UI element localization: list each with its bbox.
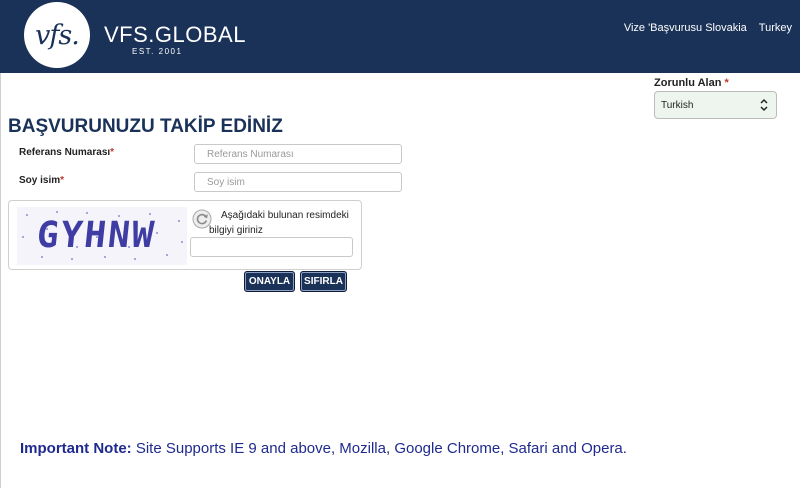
reset-button[interactable]: SIFIRLA [300, 271, 347, 292]
captcha-input[interactable] [190, 237, 353, 257]
captcha-box: GYHNW Aşağıdaki bulunan resimdeki bilgiy… [8, 200, 362, 270]
reference-label-text: Referans Numarası [19, 147, 111, 158]
chevron-updown-icon [760, 98, 768, 112]
required-mark: * [60, 175, 65, 186]
required-mark: * [724, 77, 729, 89]
nav-item-visa-application[interactable]: Vize 'Başvurusu Slovakia [624, 22, 747, 34]
vfs-logo[interactable]: vfs. [24, 2, 90, 68]
site-header: vfs. VFS.GLOBAL EST. 2001 Vize 'Başvurus… [0, 0, 800, 73]
logo-text: vfs. [35, 19, 80, 51]
note-label: Important Note: [20, 440, 132, 457]
nav-item-country[interactable]: Turkey [759, 22, 792, 34]
surname-label: Soy isim* [19, 175, 64, 186]
important-note: Important Note: Site Supports IE 9 and a… [20, 440, 627, 457]
brand-est: EST. 2001 [132, 47, 183, 56]
reference-number-input[interactable] [194, 144, 402, 164]
surname-input[interactable] [194, 172, 402, 192]
content-border [0, 73, 1, 488]
captcha-instruction: Aşağıdaki bulunan resimdeki bilgiyi giri… [209, 210, 349, 236]
language-label-text: Zorunlu Alan [654, 77, 722, 89]
reference-label: Referans Numarası* [19, 147, 114, 158]
confirm-button[interactable]: ONAYLA [244, 271, 295, 292]
brand-name: VFS.GLOBAL [104, 22, 246, 47]
language-label: Zorunlu Alan * [654, 77, 729, 89]
surname-label-text: Soy isim [19, 175, 61, 186]
required-mark: * [110, 147, 115, 158]
note-text: Site Supports IE 9 and above, Mozilla, G… [131, 440, 627, 457]
captcha-text: GYHNW [34, 215, 158, 256]
language-selected: Turkish [661, 99, 694, 111]
page-title: BAŞVURUNUZU TAKİP EDİNİZ [8, 116, 283, 137]
captcha-image: GYHNW [17, 207, 187, 265]
header-nav: Vize 'Başvurusu Slovakia Turkey [624, 22, 792, 34]
language-select[interactable]: Turkish [654, 91, 777, 119]
